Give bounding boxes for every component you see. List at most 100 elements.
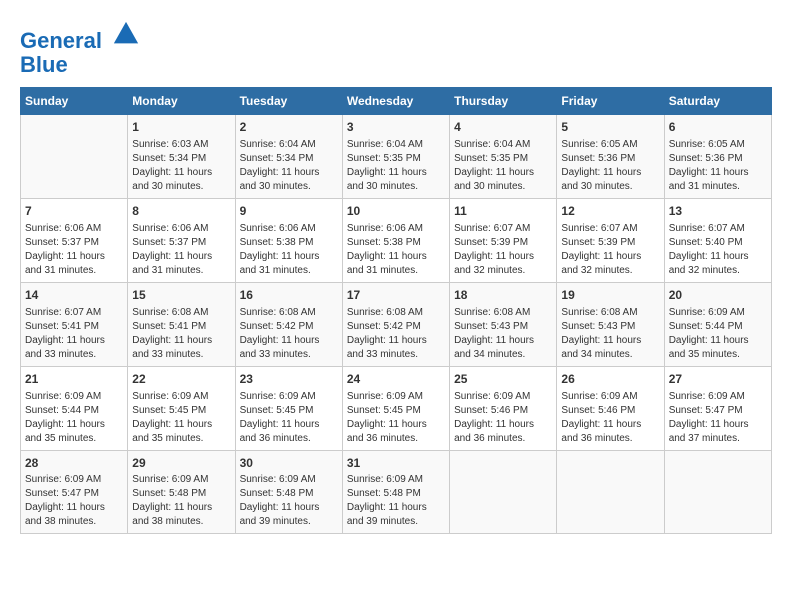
day-info: Sunrise: 6:09 AM Sunset: 5:46 PM Dayligh… <box>454 390 552 446</box>
calendar-week-row: 21 Sunrise: 6:09 AM Sunset: 5:44 PM Dayli… <box>21 366 772 450</box>
day-number: 5 <box>561 119 659 136</box>
calendar-header: SundayMondayTuesdayWednesdayThursdayFrid… <box>21 88 772 115</box>
calendar-cell: 8Sunrise: 6:06 AM Sunset: 5:37 PM Daylig… <box>128 199 235 283</box>
day-number: 26 <box>561 371 659 388</box>
day-number: 2 <box>240 119 338 136</box>
day-info: Sunrise: 6:05 AM Sunset: 5:36 PM Dayligh… <box>561 138 659 194</box>
calendar-cell <box>450 450 557 534</box>
day-number: 31 <box>347 455 445 472</box>
day-of-week-header: Friday <box>557 88 664 115</box>
calendar-cell: 18 Sunrise: 6:08 AM Sunset: 5:43 PM Dayli… <box>450 282 557 366</box>
calendar-cell: 26 Sunrise: 6:09 AM Sunset: 5:46 PM Dayli… <box>557 366 664 450</box>
calendar-week-row: 1 Sunrise: 6:03 AM Sunset: 5:34 PM Daylig… <box>21 115 772 199</box>
day-info: Sunrise: 6:09 AM Sunset: 5:47 PM Dayligh… <box>669 390 767 446</box>
calendar-cell: 14Sunrise: 6:07 AM Sunset: 5:41 PM Dayli… <box>21 282 128 366</box>
day-number: 4 <box>454 119 552 136</box>
day-info: Sunrise: 6:06 AM Sunset: 5:37 PM Dayligh… <box>132 222 230 278</box>
calendar-cell: 22 Sunrise: 6:09 AM Sunset: 5:45 PM Dayli… <box>128 366 235 450</box>
logo-general: General <box>20 28 102 53</box>
day-number: 6 <box>669 119 767 136</box>
day-number: 15 <box>132 287 230 304</box>
calendar-cell <box>21 115 128 199</box>
calendar-week-row: 28Sunrise: 6:09 AM Sunset: 5:47 PM Dayli… <box>21 450 772 534</box>
day-number: 20 <box>669 287 767 304</box>
day-info: Sunrise: 6:09 AM Sunset: 5:45 PM Dayligh… <box>347 390 445 446</box>
day-number: 16 <box>240 287 338 304</box>
day-info: Sunrise: 6:08 AM Sunset: 5:43 PM Dayligh… <box>561 306 659 362</box>
day-info: Sunrise: 6:08 AM Sunset: 5:43 PM Dayligh… <box>454 306 552 362</box>
day-number: 25 <box>454 371 552 388</box>
day-of-week-header: Saturday <box>664 88 771 115</box>
calendar-cell: 2 Sunrise: 6:04 AM Sunset: 5:34 PM Daylig… <box>235 115 342 199</box>
calendar-cell: 7Sunrise: 6:06 AM Sunset: 5:37 PM Daylig… <box>21 199 128 283</box>
day-info: Sunrise: 6:09 AM Sunset: 5:44 PM Dayligh… <box>669 306 767 362</box>
logo-text: General Blue <box>20 20 140 77</box>
day-number: 18 <box>454 287 552 304</box>
day-of-week-header: Sunday <box>21 88 128 115</box>
day-number: 19 <box>561 287 659 304</box>
day-info: Sunrise: 6:04 AM Sunset: 5:35 PM Dayligh… <box>454 138 552 194</box>
day-info: Sunrise: 6:08 AM Sunset: 5:42 PM Dayligh… <box>240 306 338 362</box>
calendar-cell: 5 Sunrise: 6:05 AM Sunset: 5:36 PM Daylig… <box>557 115 664 199</box>
calendar-cell: 21 Sunrise: 6:09 AM Sunset: 5:44 PM Dayli… <box>21 366 128 450</box>
calendar-cell: 17 Sunrise: 6:08 AM Sunset: 5:42 PM Dayli… <box>342 282 449 366</box>
day-of-week-header: Monday <box>128 88 235 115</box>
calendar-cell: 6 Sunrise: 6:05 AM Sunset: 5:36 PM Daylig… <box>664 115 771 199</box>
day-number: 29 <box>132 455 230 472</box>
day-number: 12 <box>561 203 659 220</box>
calendar-cell: 23 Sunrise: 6:09 AM Sunset: 5:45 PM Dayli… <box>235 366 342 450</box>
day-info: Sunrise: 6:09 AM Sunset: 5:48 PM Dayligh… <box>240 473 338 529</box>
calendar-cell: 13Sunrise: 6:07 AM Sunset: 5:40 PM Dayli… <box>664 199 771 283</box>
day-info: Sunrise: 6:03 AM Sunset: 5:34 PM Dayligh… <box>132 138 230 194</box>
day-info: Sunrise: 6:07 AM Sunset: 5:39 PM Dayligh… <box>454 222 552 278</box>
day-info: Sunrise: 6:04 AM Sunset: 5:35 PM Dayligh… <box>347 138 445 194</box>
day-info: Sunrise: 6:07 AM Sunset: 5:40 PM Dayligh… <box>669 222 767 278</box>
day-info: Sunrise: 6:09 AM Sunset: 5:46 PM Dayligh… <box>561 390 659 446</box>
calendar-cell: 3Sunrise: 6:04 AM Sunset: 5:35 PM Daylig… <box>342 115 449 199</box>
calendar-cell: 28Sunrise: 6:09 AM Sunset: 5:47 PM Dayli… <box>21 450 128 534</box>
calendar-cell: 25 Sunrise: 6:09 AM Sunset: 5:46 PM Dayli… <box>450 366 557 450</box>
calendar-cell: 10Sunrise: 6:06 AM Sunset: 5:38 PM Dayli… <box>342 199 449 283</box>
calendar-table: SundayMondayTuesdayWednesdayThursdayFrid… <box>20 87 772 534</box>
day-of-week-header: Thursday <box>450 88 557 115</box>
calendar-cell: 19 Sunrise: 6:08 AM Sunset: 5:43 PM Dayli… <box>557 282 664 366</box>
logo-blue: Blue <box>20 52 68 77</box>
day-number: 23 <box>240 371 338 388</box>
day-number: 7 <box>25 203 123 220</box>
header-row: SundayMondayTuesdayWednesdayThursdayFrid… <box>21 88 772 115</box>
day-info: Sunrise: 6:05 AM Sunset: 5:36 PM Dayligh… <box>669 138 767 194</box>
day-number: 21 <box>25 371 123 388</box>
day-info: Sunrise: 6:09 AM Sunset: 5:45 PM Dayligh… <box>132 390 230 446</box>
page-header: General Blue <box>20 20 772 77</box>
day-number: 11 <box>454 203 552 220</box>
day-number: 30 <box>240 455 338 472</box>
calendar-cell: 15 Sunrise: 6:08 AM Sunset: 5:41 PM Dayli… <box>128 282 235 366</box>
day-info: Sunrise: 6:09 AM Sunset: 5:48 PM Dayligh… <box>347 473 445 529</box>
calendar-cell: 9Sunrise: 6:06 AM Sunset: 5:38 PM Daylig… <box>235 199 342 283</box>
calendar-cell: 16 Sunrise: 6:08 AM Sunset: 5:42 PM Dayli… <box>235 282 342 366</box>
calendar-cell <box>557 450 664 534</box>
day-info: Sunrise: 6:08 AM Sunset: 5:42 PM Dayligh… <box>347 306 445 362</box>
day-of-week-header: Tuesday <box>235 88 342 115</box>
calendar-cell: 24 Sunrise: 6:09 AM Sunset: 5:45 PM Dayli… <box>342 366 449 450</box>
calendar-cell <box>664 450 771 534</box>
day-number: 10 <box>347 203 445 220</box>
day-number: 1 <box>132 119 230 136</box>
day-info: Sunrise: 6:08 AM Sunset: 5:41 PM Dayligh… <box>132 306 230 362</box>
day-number: 27 <box>669 371 767 388</box>
calendar-cell: 30Sunrise: 6:09 AM Sunset: 5:48 PM Dayli… <box>235 450 342 534</box>
day-number: 17 <box>347 287 445 304</box>
day-info: Sunrise: 6:09 AM Sunset: 5:47 PM Dayligh… <box>25 473 123 529</box>
calendar-cell: 1 Sunrise: 6:03 AM Sunset: 5:34 PM Daylig… <box>128 115 235 199</box>
calendar-week-row: 14Sunrise: 6:07 AM Sunset: 5:41 PM Dayli… <box>21 282 772 366</box>
calendar-cell: 29Sunrise: 6:09 AM Sunset: 5:48 PM Dayli… <box>128 450 235 534</box>
day-info: Sunrise: 6:09 AM Sunset: 5:44 PM Dayligh… <box>25 390 123 446</box>
day-number: 24 <box>347 371 445 388</box>
logo-icon <box>112 20 140 48</box>
day-info: Sunrise: 6:04 AM Sunset: 5:34 PM Dayligh… <box>240 138 338 194</box>
logo: General Blue <box>20 20 140 77</box>
day-info: Sunrise: 6:09 AM Sunset: 5:48 PM Dayligh… <box>132 473 230 529</box>
day-number: 14 <box>25 287 123 304</box>
day-number: 22 <box>132 371 230 388</box>
day-info: Sunrise: 6:09 AM Sunset: 5:45 PM Dayligh… <box>240 390 338 446</box>
